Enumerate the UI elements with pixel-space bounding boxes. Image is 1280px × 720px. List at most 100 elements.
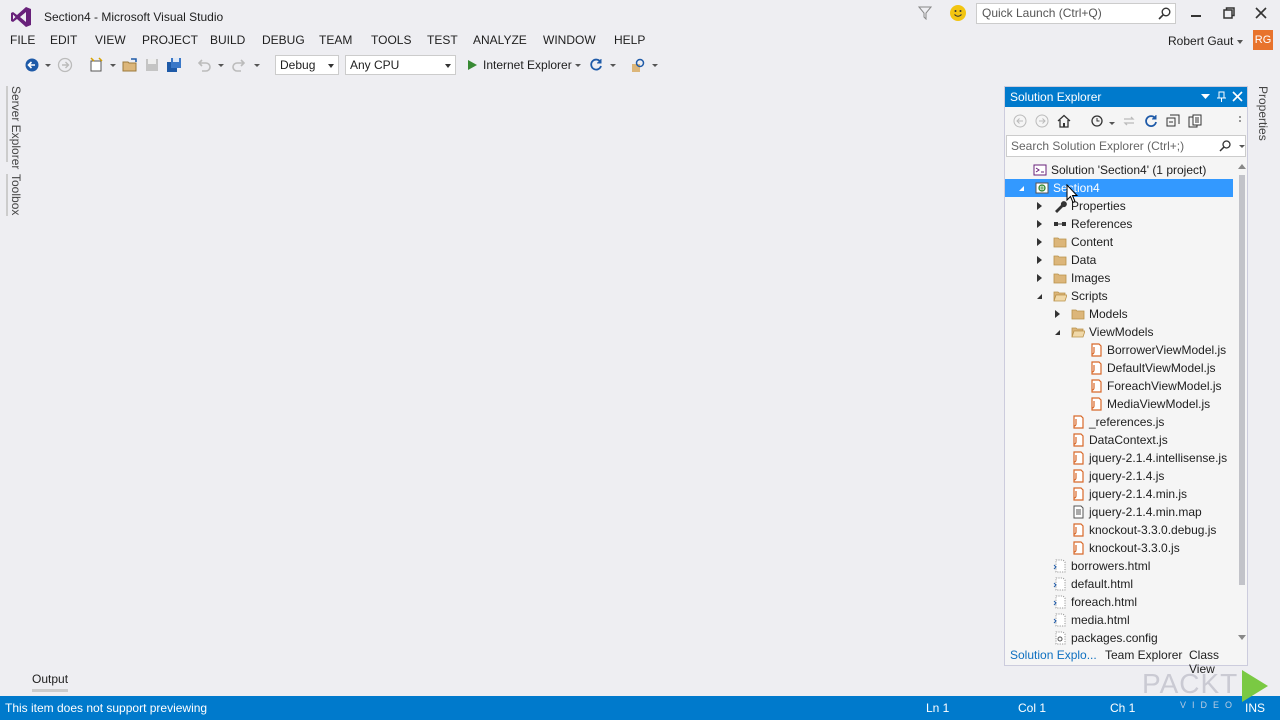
navigate-back-icon[interactable] — [24, 57, 40, 73]
tree-item[interactable]: Content — [1005, 233, 1233, 251]
restore-icon[interactable] — [1222, 6, 1236, 20]
tree-item[interactable]: Data — [1005, 251, 1233, 269]
close-icon[interactable] — [1232, 91, 1243, 102]
save-all-icon[interactable] — [166, 57, 182, 73]
search-options-dropdown-icon[interactable] — [1239, 145, 1245, 148]
tab-toolbox[interactable]: Toolbox — [9, 174, 23, 215]
home-icon[interactable] — [1057, 114, 1071, 128]
menu-tools[interactable]: TOOLS — [371, 33, 411, 47]
refresh-icon[interactable] — [1144, 114, 1158, 128]
start-debugging-icon[interactable] — [464, 57, 480, 73]
tree-item[interactable]: BorrowerViewModel.js — [1005, 341, 1233, 359]
tree-item[interactable]: default.html — [1005, 575, 1233, 593]
redo-dropdown-icon[interactable] — [254, 64, 260, 67]
filter-dropdown-icon[interactable] — [1109, 122, 1115, 125]
run-target-label[interactable]: Internet Explorer — [483, 58, 572, 72]
window-position-dropdown-icon[interactable] — [1200, 91, 1211, 102]
notification-filter-icon[interactable] — [918, 6, 932, 20]
more-options-icon[interactable] — [1235, 114, 1245, 128]
open-file-icon[interactable] — [122, 57, 138, 73]
expand-arrow-expanded-icon[interactable] — [1055, 330, 1060, 335]
expand-arrow-collapsed-icon[interactable] — [1037, 202, 1042, 210]
undo-icon[interactable] — [196, 57, 212, 73]
tree-item[interactable]: ForeachViewModel.js — [1005, 377, 1233, 395]
solution-configuration-select[interactable]: Debug — [275, 55, 339, 75]
tab-properties[interactable]: Properties — [1256, 86, 1270, 141]
save-icon[interactable] — [144, 57, 160, 73]
tree-item[interactable]: Section4 — [1005, 179, 1233, 197]
browser-link-refresh-icon[interactable] — [588, 57, 604, 73]
solution-tree-scrollbar[interactable] — [1237, 161, 1247, 645]
solution-platform-select[interactable]: Any CPU — [345, 55, 456, 75]
tree-item[interactable]: Properties — [1005, 197, 1233, 215]
new-project-icon[interactable] — [88, 57, 104, 73]
tree-item[interactable]: DefaultViewModel.js — [1005, 359, 1233, 377]
run-target-dropdown-icon[interactable] — [575, 64, 581, 67]
pin-icon[interactable] — [1216, 91, 1227, 102]
tab-solution-explorer[interactable]: Solution Explo... — [1010, 648, 1097, 662]
tree-item[interactable]: jquery-2.1.4.js — [1005, 467, 1233, 485]
menu-file[interactable]: FILE — [10, 33, 35, 47]
find-in-files-icon[interactable] — [630, 57, 646, 73]
tree-item[interactable]: Solution 'Section4' (1 project) — [1005, 161, 1233, 179]
user-name[interactable]: Robert Gaut — [1168, 34, 1233, 48]
menu-edit[interactable]: EDIT — [50, 33, 77, 47]
feedback-smiley-icon[interactable] — [950, 5, 966, 21]
tree-item[interactable]: jquery-2.1.4.min.map — [1005, 503, 1233, 521]
tab-output[interactable]: Output — [32, 672, 68, 686]
undo-dropdown-icon[interactable] — [218, 64, 224, 67]
collapse-all-icon[interactable] — [1166, 114, 1180, 128]
tree-item[interactable]: jquery-2.1.4.min.js — [1005, 485, 1233, 503]
search-icon[interactable] — [1219, 140, 1231, 152]
redo-icon[interactable] — [231, 57, 247, 73]
tree-item[interactable]: Images — [1005, 269, 1233, 287]
menu-debug[interactable]: DEBUG — [262, 33, 305, 47]
browser-link-dropdown-icon[interactable] — [610, 64, 616, 67]
scroll-down-icon[interactable] — [1238, 635, 1246, 641]
expand-arrow-collapsed-icon[interactable] — [1055, 310, 1060, 318]
tree-item[interactable]: References — [1005, 215, 1233, 233]
tree-item[interactable]: ViewModels — [1005, 323, 1233, 341]
menu-analyze[interactable]: ANALYZE — [473, 33, 527, 47]
pending-changes-filter-icon[interactable] — [1090, 114, 1104, 128]
expand-arrow-collapsed-icon[interactable] — [1037, 274, 1042, 282]
tree-item[interactable]: DataContext.js — [1005, 431, 1233, 449]
menu-test[interactable]: TEST — [427, 33, 458, 47]
back-icon[interactable] — [1013, 114, 1027, 128]
sync-with-document-icon[interactable] — [1122, 114, 1136, 128]
tree-item[interactable]: knockout-3.3.0.debug.js — [1005, 521, 1233, 539]
tree-item[interactable]: foreach.html — [1005, 593, 1233, 611]
minimize-icon[interactable] — [1189, 6, 1203, 20]
expand-arrow-expanded-icon[interactable] — [1019, 186, 1024, 191]
solution-explorer-search-input[interactable]: Search Solution Explorer (Ctrl+;) — [1006, 135, 1246, 157]
close-icon[interactable] — [1254, 6, 1268, 20]
quick-launch-input[interactable]: Quick Launch (Ctrl+Q) — [976, 3, 1176, 24]
expand-arrow-collapsed-icon[interactable] — [1037, 238, 1042, 246]
new-project-dropdown-icon[interactable] — [110, 64, 116, 67]
tree-item[interactable]: _references.js — [1005, 413, 1233, 431]
tree-item[interactable]: jquery-2.1.4.intellisense.js — [1005, 449, 1233, 467]
menu-project[interactable]: PROJECT — [142, 33, 198, 47]
expand-arrow-collapsed-icon[interactable] — [1037, 256, 1042, 264]
toolbar-overflow-icon[interactable] — [652, 64, 658, 67]
search-icon[interactable] — [1158, 7, 1171, 20]
tree-item[interactable]: packages.config — [1005, 629, 1233, 645]
expand-arrow-collapsed-icon[interactable] — [1037, 220, 1042, 228]
expand-arrow-expanded-icon[interactable] — [1037, 294, 1042, 299]
tree-item[interactable]: MediaViewModel.js — [1005, 395, 1233, 413]
forward-icon[interactable] — [1035, 114, 1049, 128]
tab-server-explorer[interactable]: Server Explorer — [9, 86, 23, 169]
tree-item[interactable]: media.html — [1005, 611, 1233, 629]
avatar[interactable]: RG — [1253, 30, 1273, 50]
tree-item[interactable]: Scripts — [1005, 287, 1233, 305]
chevron-down-icon[interactable] — [1237, 40, 1243, 44]
navigate-back-dropdown-icon[interactable] — [45, 64, 51, 67]
tree-item[interactable]: knockout-3.3.0.js — [1005, 539, 1233, 557]
menu-window[interactable]: WINDOW — [543, 33, 596, 47]
menu-build[interactable]: BUILD — [210, 33, 245, 47]
tree-item[interactable]: Models — [1005, 305, 1233, 323]
scrollbar-thumb[interactable] — [1239, 175, 1245, 585]
tree-item[interactable]: borrowers.html — [1005, 557, 1233, 575]
navigate-forward-icon[interactable] — [57, 57, 73, 73]
menu-team[interactable]: TEAM — [319, 33, 352, 47]
